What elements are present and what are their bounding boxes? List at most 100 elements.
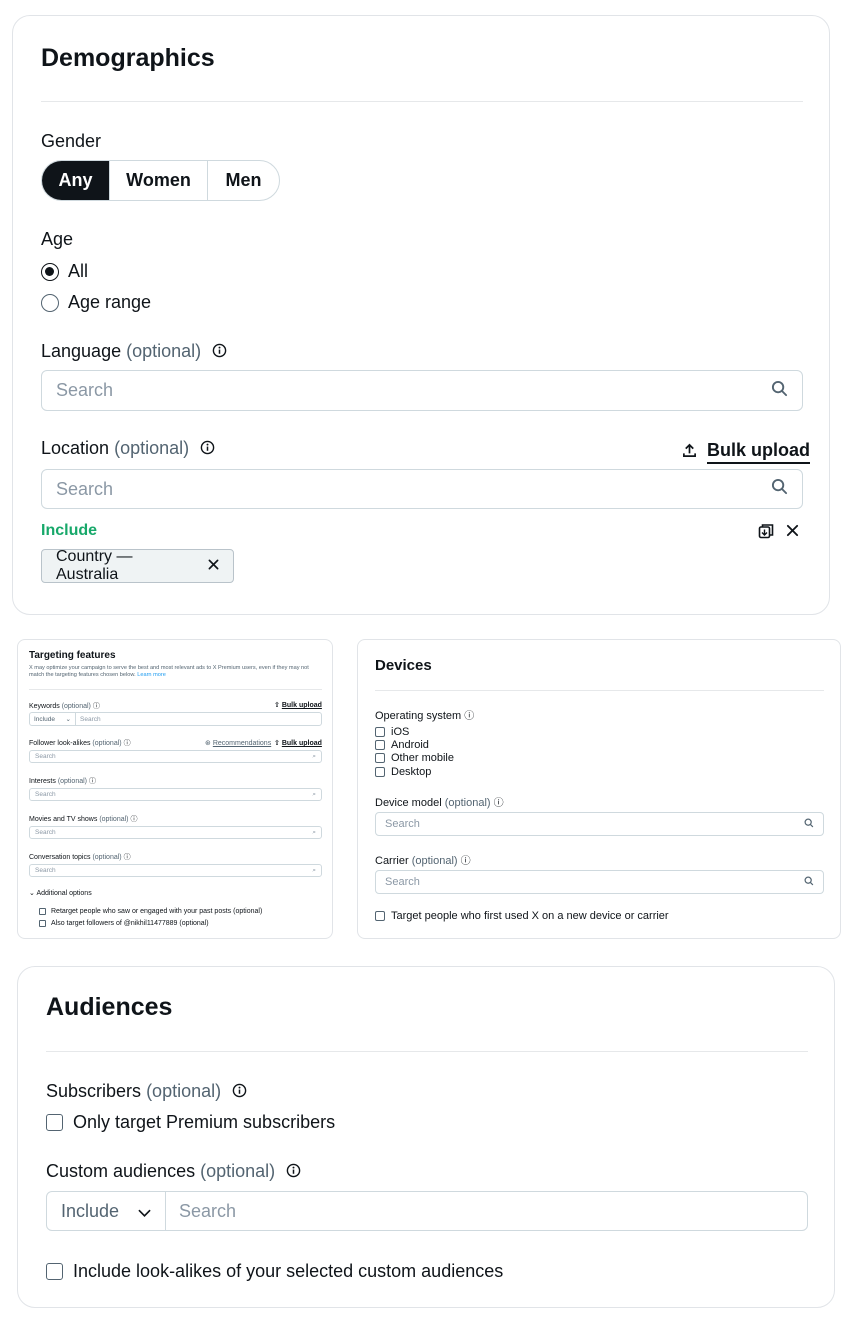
os-option-desktop[interactable]: Desktop: [375, 766, 431, 778]
search-icon: [771, 478, 788, 500]
gender-option-any[interactable]: Any: [42, 161, 110, 200]
checkbox[interactable]: [375, 753, 385, 763]
radio-unselected[interactable]: [41, 293, 59, 312]
optional-tag: (optional): [99, 816, 129, 823]
followers-checkbox-row[interactable]: Also target followers of @nikhil11477889…: [39, 920, 209, 927]
info-icon[interactable]: ⓘ: [89, 778, 96, 785]
bulk-upload-button[interactable]: Bulk upload: [682, 440, 810, 464]
learn-more-link[interactable]: Learn more: [137, 672, 166, 678]
os-option-ios[interactable]: iOS: [375, 726, 409, 738]
language-label: Language (optional): [41, 341, 227, 363]
lookalikes-label: Include look-alikes of your selected cus…: [73, 1261, 504, 1281]
divider: [46, 1051, 808, 1052]
premium-subscribers-checkbox-row[interactable]: Only target Premium subscribers: [46, 1112, 335, 1133]
os-label: Operating system ⓘ: [375, 707, 474, 722]
clear-icon[interactable]: [786, 524, 799, 542]
sparkle-icon: ⊛: [205, 740, 211, 747]
gender-segmented-control: Any Women Men: [41, 160, 280, 201]
gender-option-women[interactable]: Women: [110, 161, 208, 200]
location-chip: Country — Australia: [41, 548, 234, 583]
additional-options-label: Additional options: [36, 890, 92, 897]
conversation-topics-label-text: Conversation topics: [29, 854, 91, 861]
checkbox[interactable]: [39, 908, 46, 915]
search-icon: [804, 818, 814, 831]
age-option-range[interactable]: Age range: [41, 292, 151, 313]
remove-chip-icon[interactable]: [208, 557, 219, 575]
device-model-search-input[interactable]: Search: [375, 812, 824, 836]
os-option-android[interactable]: Android: [375, 739, 429, 751]
optional-tag: (optional): [444, 797, 491, 809]
search-icon: ⌕: [312, 790, 316, 798]
recommendations-button[interactable]: ⊛ Recommendations: [205, 739, 271, 747]
lookalikes-checkbox-row[interactable]: Include look-alikes of your selected cus…: [46, 1261, 503, 1282]
custom-audiences-input[interactable]: Include Search: [46, 1191, 808, 1231]
movies-tv-label-text: Movies and TV shows: [29, 816, 98, 823]
additional-options-toggle[interactable]: ⌄ Additional options: [29, 889, 92, 897]
search-placeholder: Search: [385, 818, 420, 830]
targeting-features-title: Targeting features: [29, 650, 116, 661]
new-device-checkbox-label: Target people who first used X on a new …: [391, 910, 669, 922]
interests-search-input[interactable]: Search ⌕: [29, 788, 322, 801]
optional-tag: (optional): [146, 1081, 222, 1101]
os-option-other-mobile[interactable]: Other mobile: [375, 752, 454, 764]
demographics-card: Demographics Gender Any Women Men Age Al…: [12, 15, 830, 615]
copy-icon[interactable]: [758, 523, 774, 544]
language-search-input[interactable]: Search: [41, 370, 803, 411]
info-icon[interactable]: ⓘ: [494, 798, 504, 809]
search-placeholder: Search: [35, 829, 56, 836]
location-label: Location (optional): [41, 438, 215, 460]
devices-card: Devices Operating system ⓘ iOS Android O…: [357, 639, 841, 939]
age-option-all[interactable]: All: [41, 261, 88, 282]
keywords-label: Keywords (optional) ⓘ: [29, 701, 100, 711]
include-select[interactable]: Include: [47, 1192, 166, 1230]
gender-option-men[interactable]: Men: [208, 161, 279, 200]
include-select-label: Include: [34, 715, 55, 723]
follower-lookalikes-search-input[interactable]: Search ⌕: [29, 750, 322, 763]
info-icon[interactable]: [286, 1162, 301, 1183]
include-select[interactable]: Include ⌄: [30, 713, 76, 725]
checkbox[interactable]: [375, 727, 385, 737]
info-icon[interactable]: ⓘ: [130, 816, 137, 823]
upload-icon: ⇧: [274, 740, 280, 747]
movies-tv-search-input[interactable]: Search ⌕: [29, 826, 322, 839]
new-device-checkbox-row[interactable]: Target people who first used X on a new …: [375, 910, 669, 922]
device-model-label: Device model (optional) ⓘ: [375, 794, 504, 809]
retarget-checkbox-row[interactable]: Retarget people who saw or engaged with …: [39, 908, 262, 915]
age-option-range-label: Age range: [68, 292, 152, 312]
info-icon[interactable]: ⓘ: [124, 740, 131, 747]
divider: [375, 690, 824, 691]
os-option-label: Android: [391, 739, 429, 751]
info-icon[interactable]: ⓘ: [93, 703, 100, 710]
location-search-input[interactable]: Search: [41, 469, 803, 509]
optional-tag: (optional): [126, 341, 202, 361]
follower-bulk-upload-button[interactable]: ⇧ Bulk upload: [274, 739, 322, 747]
checkbox[interactable]: [375, 911, 385, 921]
device-model-label-text: Device model: [375, 797, 442, 809]
search-placeholder: Search: [56, 380, 114, 400]
checkbox[interactable]: [46, 1114, 63, 1131]
custom-audiences-label: Custom audiences (optional): [46, 1161, 301, 1183]
keywords-bulk-upload-button[interactable]: ⇧ Bulk upload: [274, 701, 322, 709]
info-icon[interactable]: [200, 439, 215, 460]
search-placeholder: Search: [35, 753, 56, 760]
checkbox[interactable]: [46, 1263, 63, 1280]
conversation-topics-search-input[interactable]: Search ⌕: [29, 864, 322, 877]
keywords-input[interactable]: Include ⌄ Search: [29, 712, 322, 726]
info-icon[interactable]: [232, 1082, 247, 1103]
checkbox[interactable]: [375, 767, 385, 777]
upload-icon: ⇧: [274, 702, 280, 709]
gender-label: Gender: [41, 131, 102, 151]
include-select-label: Include: [61, 1200, 120, 1221]
info-icon[interactable]: ⓘ: [124, 854, 131, 861]
info-icon[interactable]: [212, 342, 227, 363]
optional-tag: (optional): [92, 740, 122, 747]
checkbox[interactable]: [39, 920, 46, 927]
checkbox[interactable]: [375, 740, 385, 750]
upload-icon: [682, 442, 697, 463]
chevron-down-icon: ⌄: [29, 890, 35, 897]
bulk-upload-label: Bulk upload: [707, 440, 810, 464]
radio-selected[interactable]: [41, 262, 59, 281]
info-icon[interactable]: ⓘ: [464, 711, 474, 722]
info-icon[interactable]: ⓘ: [461, 856, 471, 867]
carrier-search-input[interactable]: Search: [375, 870, 824, 894]
